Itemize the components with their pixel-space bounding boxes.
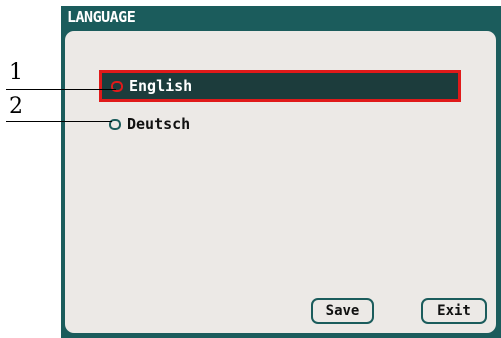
- exit-button[interactable]: Exit: [421, 298, 487, 324]
- callout-line-1: [6, 89, 116, 90]
- callout-number-2: 2: [9, 94, 23, 119]
- save-button[interactable]: Save: [311, 298, 374, 324]
- callout-number-1: 1: [9, 60, 23, 85]
- language-option-deutsch[interactable]: Deutsch: [105, 111, 305, 137]
- option-label: English: [129, 77, 193, 95]
- option-label: Deutsch: [127, 115, 191, 133]
- callout-line-2: [6, 121, 112, 122]
- screen-title: LANGUAGE: [67, 8, 136, 26]
- device-screen: LANGUAGE: [61, 6, 501, 338]
- language-option-english[interactable]: English: [102, 73, 458, 99]
